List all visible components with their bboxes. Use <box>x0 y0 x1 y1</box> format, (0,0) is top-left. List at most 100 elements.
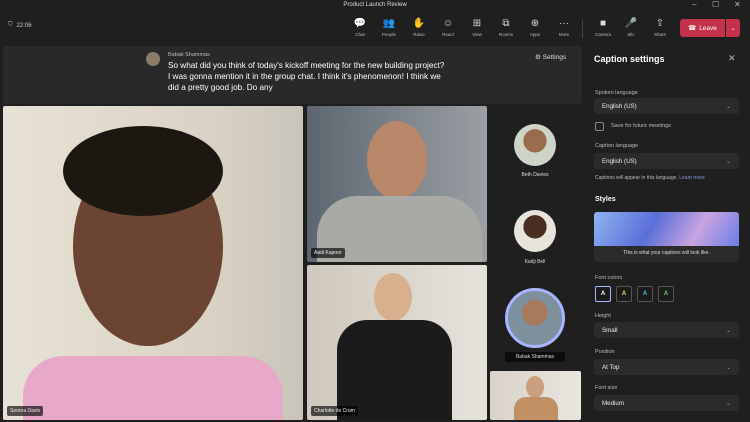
video-tile-main[interactable]: Serena Davis <box>3 106 303 420</box>
chevron-down-icon: ⌄ <box>725 158 731 165</box>
chevron-down-icon: ⌄ <box>725 364 731 371</box>
leave-button[interactable]: ☎ Leave <box>680 19 725 37</box>
font-size-dropdown[interactable]: Medium ⌄ <box>594 395 739 411</box>
font-color-swatch[interactable]: A <box>616 286 632 302</box>
apps-icon: ⊕ <box>530 18 540 29</box>
toolbar-label: View <box>472 32 482 37</box>
live-caption-bar: Babak Shammas So what did you think of t… <box>3 46 582 104</box>
chat-icon: 💬 <box>353 18 367 29</box>
people-icon: 👥 <box>382 18 396 29</box>
leave-options-button[interactable]: ⌄ <box>726 19 740 37</box>
font-color-swatch[interactable]: A <box>595 286 611 302</box>
minimize-button[interactable]: – <box>692 0 696 9</box>
toolbar-people-button[interactable]: 👥 People <box>376 17 402 37</box>
toolbar-share-button[interactable]: ⇧ Share <box>647 17 673 37</box>
toolbar-camera-button[interactable]: ■ Camera <box>590 17 616 37</box>
rooms-icon: ⧉ <box>502 18 510 29</box>
close-panel-button[interactable]: ✕ <box>728 53 736 64</box>
video-tile-top[interactable]: Aadi Kapoor <box>307 106 487 262</box>
avatar-beth-davies[interactable] <box>514 124 556 166</box>
participant-name: Babak Shammas <box>505 352 565 362</box>
maximize-button[interactable]: ☐ <box>712 0 719 9</box>
toolbar-apps-button[interactable]: ⊕ Apps <box>522 17 548 37</box>
view-icon: ⊞ <box>472 18 482 29</box>
toolbar-react-button[interactable]: ☺ React <box>435 17 461 37</box>
caption-speaker: Babak Shammas <box>168 52 210 58</box>
toolbar-more-button[interactable]: ··· More <box>551 17 577 37</box>
height-dropdown[interactable]: Small ⌄ <box>594 322 739 338</box>
timer-text: 22:06 <box>16 22 32 29</box>
position-dropdown[interactable]: At Top ⌄ <box>594 359 739 375</box>
toolbar-raise-button[interactable]: ✋ Raise <box>406 17 432 37</box>
react-icon: ☺ <box>442 18 454 29</box>
participant-name: Serena Davis <box>7 406 44 416</box>
font-size-label: Font size <box>595 385 618 391</box>
toolbar-label: People <box>381 32 396 37</box>
font-color-swatch[interactable]: A <box>637 286 653 302</box>
caption-language-dropdown[interactable]: English (US) ⌄ <box>594 153 739 169</box>
caption-preview: This is what your captions will look lik… <box>594 212 739 262</box>
video-tile-small[interactable] <box>490 371 581 420</box>
toolbar-label: React <box>442 32 454 37</box>
gear-icon: ⚙ <box>535 54 543 61</box>
caption-hint: Captions will appear in this language. L… <box>595 175 705 181</box>
preview-image <box>594 212 739 246</box>
window-title: Product Launch Review <box>343 2 407 8</box>
dropdown-value: Small <box>602 326 618 334</box>
camera-icon: ■ <box>599 18 607 29</box>
save-future-label: Save for future meetings <box>611 123 671 129</box>
participant-name: Charlotte de Crum <box>311 406 358 416</box>
chevron-down-icon: ⌄ <box>725 327 731 334</box>
caption-settings-button[interactable]: ⚙ Settings <box>535 53 566 61</box>
toolbar-chat-button[interactable]: 💬 Chat <box>347 17 373 37</box>
spoken-language-label: Spoken language <box>595 90 638 96</box>
preview-text: This is what your captions will look lik… <box>623 250 710 256</box>
close-window-button[interactable]: ✕ <box>734 0 741 9</box>
dropdown-value: At Top <box>602 363 620 371</box>
toolbar-mic-button[interactable]: 🎤 Mic <box>618 17 644 37</box>
toolbar-label: Share <box>653 32 666 37</box>
caption-language-label: Caption language <box>595 143 639 149</box>
participant-name: Beth Davies <box>521 172 549 178</box>
phone-icon: ☎ <box>688 25 697 32</box>
video-tile-bottom[interactable]: Charlotte de Crum <box>307 265 487 420</box>
hint-text: Captions will appear in this language. <box>595 175 678 181</box>
toolbar-view-button[interactable]: ⊞ View <box>464 17 490 37</box>
dropdown-value: English (US) <box>602 102 637 110</box>
toolbar-label: More <box>558 32 570 37</box>
more-icon: ··· <box>559 18 569 29</box>
chevron-down-icon: ⌄ <box>730 25 736 32</box>
panel-title: Caption settings <box>594 54 665 64</box>
chevron-down-icon: ⌄ <box>725 103 731 110</box>
toolbar-label: Mic <box>627 32 635 37</box>
settings-label: Settings <box>542 54 567 61</box>
height-label: Height <box>595 313 611 319</box>
toolbar-label: Apps <box>529 32 541 37</box>
caption-text: So what did you think of today's kickoff… <box>168 61 445 92</box>
position-label: Position <box>595 349 615 355</box>
learn-more-link[interactable]: Learn more <box>679 175 705 181</box>
speaker-avatar <box>146 52 160 66</box>
caption-settings-panel: Caption settings ✕ Spoken language Engli… <box>587 45 750 422</box>
participant-name: Kadji Bell <box>524 259 546 265</box>
spoken-language-dropdown[interactable]: English (US) ⌄ <box>594 98 739 114</box>
shield-icon: ⛉ <box>8 22 13 28</box>
avatar-babak-shammas[interactable] <box>505 288 565 348</box>
leave-label: Leave <box>699 24 717 32</box>
toolbar-rooms-button[interactable]: ⧉ Rooms <box>493 17 519 37</box>
save-future-checkbox[interactable] <box>595 122 604 131</box>
dropdown-value: Medium <box>602 399 625 407</box>
raise-icon: ✋ <box>412 18 426 29</box>
participant-name: Aadi Kapoor <box>311 248 345 258</box>
share-icon: ⇧ <box>655 18 665 29</box>
toolbar-label: Raise <box>413 32 425 37</box>
font-color-swatch[interactable]: A <box>658 286 674 302</box>
dropdown-value: English (US) <box>602 157 637 165</box>
mic-icon: 🎤 <box>624 18 638 29</box>
styles-heading: Styles <box>595 196 616 203</box>
font-colors-label: Font colors <box>595 275 623 281</box>
toolbar-label: Rooms <box>498 32 514 37</box>
toolbar-label: Camera <box>594 32 611 37</box>
avatar-kadji-bell[interactable] <box>514 210 556 252</box>
chevron-down-icon: ⌄ <box>725 400 731 407</box>
